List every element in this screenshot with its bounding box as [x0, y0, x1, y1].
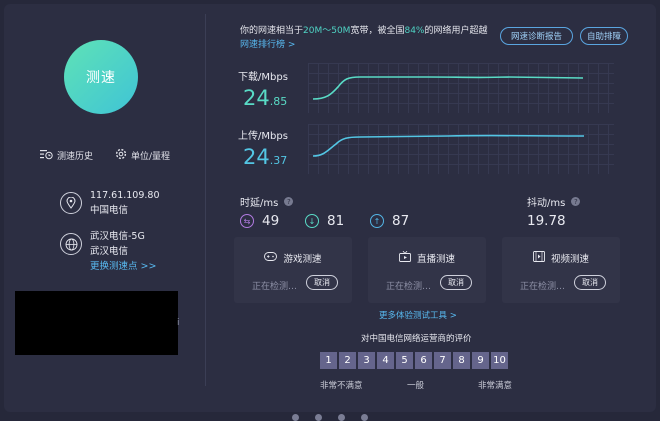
bidirectional-arrows-icon: ⇆ [240, 214, 254, 228]
rating-7-button[interactable]: 7 [434, 352, 451, 369]
stray-text: i [177, 318, 180, 328]
page-dot[interactable] [292, 414, 299, 421]
upload-line [312, 134, 585, 157]
diagnose-report-button[interactable]: 网速诊断报告 [500, 27, 573, 45]
percent-value: 84% [404, 26, 425, 36]
page-dot[interactable] [338, 414, 345, 421]
rating-3-button[interactable]: 3 [358, 352, 375, 369]
ranking-link[interactable]: 网速排行榜 > [240, 38, 488, 52]
game-test-status: 正在检测… [252, 282, 298, 292]
history-label: 测速历史 [57, 152, 94, 162]
latency-up: ↑ 87 [370, 213, 409, 229]
redacted-block [15, 291, 178, 355]
film-icon [533, 251, 545, 265]
history-button[interactable]: 测速历史 [40, 148, 93, 163]
help-icon[interactable]: ? [571, 197, 581, 206]
history-icon [40, 149, 53, 163]
rating-title: 对中国电信网络运营商的评价 [361, 334, 472, 344]
live-test-status: 正在检测… [386, 282, 432, 292]
jitter-value: 19.78 [527, 213, 566, 229]
gamepad-icon [264, 252, 278, 264]
more-tools-link[interactable]: 更多体验测试工具 > [379, 309, 457, 321]
unit-range-button[interactable]: 单位/量程 [115, 148, 170, 163]
auto-fix-button[interactable]: 自助排障 [580, 27, 628, 45]
location-pin-icon [60, 192, 82, 214]
cancel-live-test-button[interactable]: 取消 [440, 275, 472, 290]
down-arrow-icon: ↓ [305, 214, 319, 228]
speed-summary: 你的网速相当于20M～50M宽带，被全国84%的网络用户超越 网速排行榜 > [240, 26, 488, 52]
rating-10-button[interactable]: 10 [491, 352, 508, 369]
upload-label: 上传/Mbps [238, 131, 288, 142]
video-test-status: 正在检测… [520, 282, 566, 292]
vertical-divider [205, 14, 206, 386]
change-server-link[interactable]: 更换测速点 >> [90, 259, 156, 274]
start-speedtest-button[interactable]: 测速 [64, 40, 138, 114]
rating-2-button[interactable]: 2 [339, 352, 356, 369]
globe-icon [60, 233, 82, 255]
upload-value: 24.37 [243, 145, 288, 169]
page-dot[interactable] [315, 414, 322, 421]
left-tools: 测速历史 单位/量程 [40, 148, 170, 163]
latency-label: 时延/ms? [240, 194, 294, 209]
client-ip: 117.61.109.80 [90, 190, 160, 201]
rating-8-button[interactable]: 8 [453, 352, 470, 369]
rating-scale: 1 2 3 4 5 6 7 8 9 10 [320, 352, 508, 369]
bandwidth-value: 20M～50M [303, 26, 351, 36]
tv-icon [399, 250, 411, 265]
upload-graph [308, 124, 614, 174]
rating-high-label: 非常满意 [478, 381, 513, 391]
client-info: 117.61.109.80 中国电信 [60, 188, 160, 218]
latency-down: ↓ 81 [305, 213, 344, 229]
server-info: 武汉电信-5G 武汉电信 更换测速点 >> [60, 229, 156, 274]
help-icon[interactable]: ? [284, 197, 294, 206]
download-value: 24.85 [243, 86, 288, 110]
latency-bidir: ⇆ 49 [240, 213, 279, 229]
cancel-video-test-button[interactable]: 取消 [574, 275, 606, 290]
client-isp: 中国电信 [90, 205, 129, 216]
page-dots [0, 414, 660, 421]
jitter-label: 抖动/ms? [527, 194, 581, 209]
cancel-game-test-button[interactable]: 取消 [306, 275, 338, 290]
download-line [312, 76, 584, 100]
unit-range-label: 单位/量程 [131, 152, 171, 162]
rating-low-label: 非常不满意 [320, 381, 363, 391]
gear-icon [115, 148, 127, 163]
server-isp: 武汉电信 [90, 246, 129, 257]
video-test-card: 视频测速 正在检测… 取消 [502, 237, 620, 303]
rating-9-button[interactable]: 9 [472, 352, 489, 369]
rating-4-button[interactable]: 4 [377, 352, 394, 369]
server-name: 武汉电信-5G [90, 231, 145, 242]
live-test-card: 直播测速 正在检测… 取消 [368, 237, 486, 303]
game-test-card: 游戏测速 正在检测… 取消 [234, 237, 352, 303]
rating-5-button[interactable]: 5 [396, 352, 413, 369]
download-label: 下载/Mbps [238, 72, 288, 83]
rating-mid-label: 一般 [407, 381, 425, 391]
download-graph [308, 63, 614, 113]
page-dot[interactable] [361, 414, 368, 421]
up-arrow-icon: ↑ [370, 214, 384, 228]
rating-6-button[interactable]: 6 [415, 352, 432, 369]
rating-1-button[interactable]: 1 [320, 352, 337, 369]
